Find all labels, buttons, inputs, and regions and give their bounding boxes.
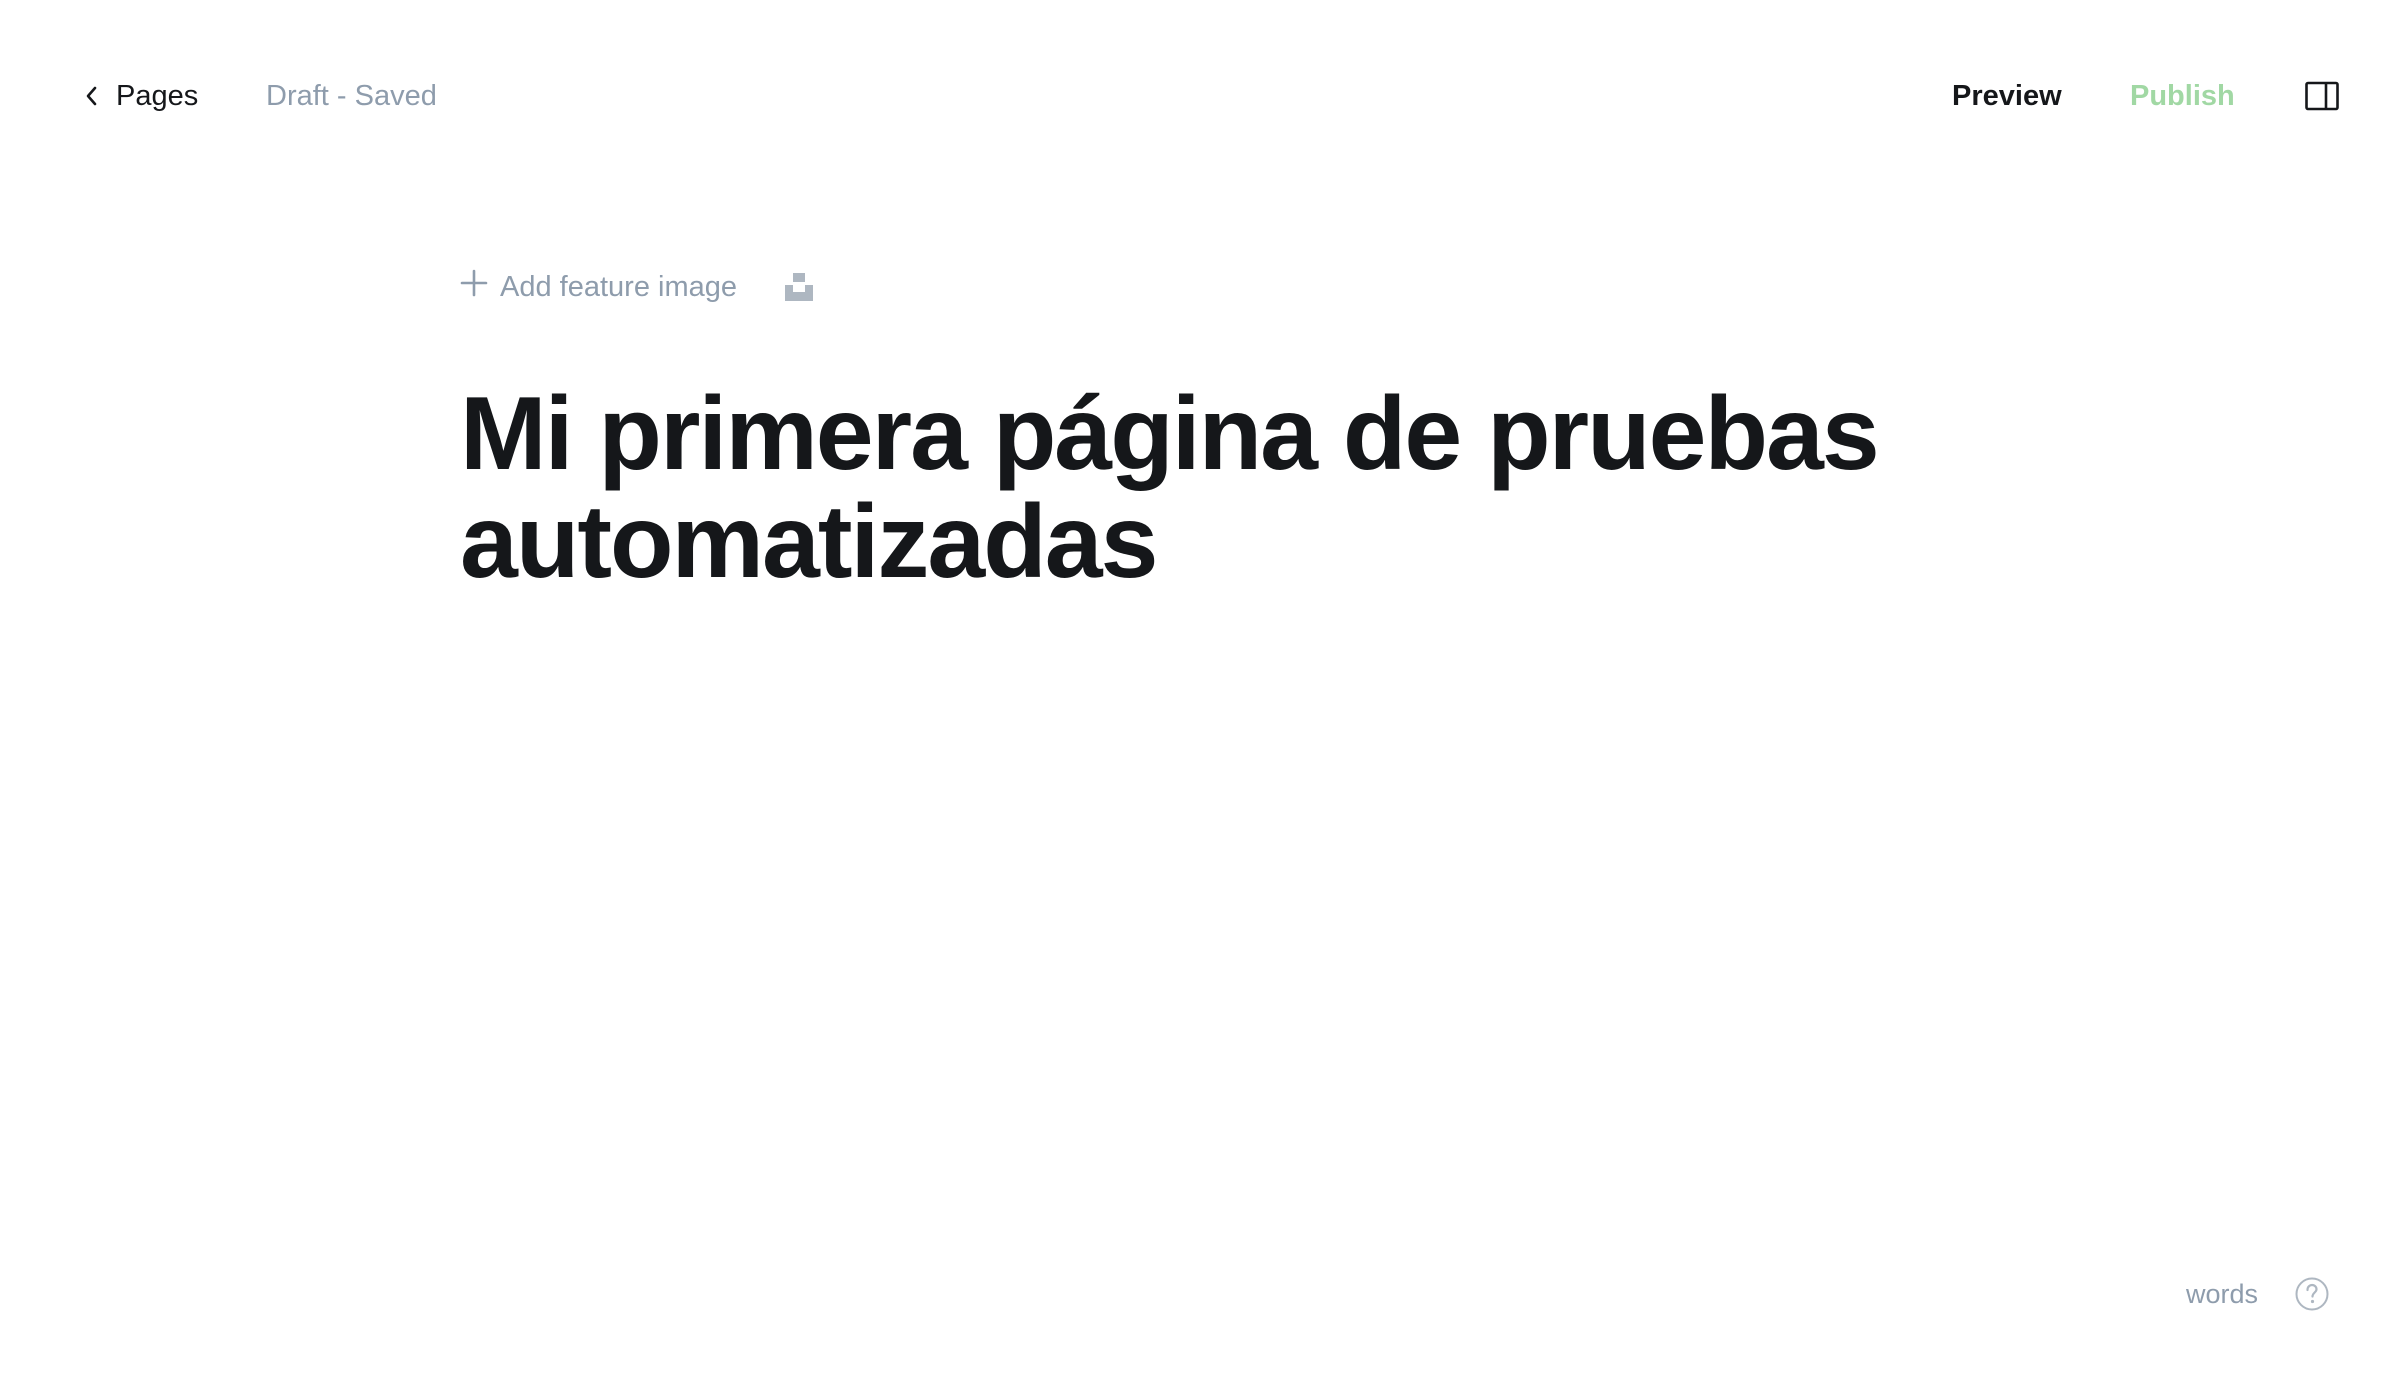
chevron-left-icon <box>84 85 98 107</box>
plus-icon <box>460 269 488 305</box>
post-status: Draft - Saved <box>266 79 437 112</box>
editor-page: Pages Draft - Saved Preview Publish Add … <box>0 0 2400 1380</box>
unsplash-icon[interactable] <box>783 271 815 303</box>
back-link-label: Pages <box>116 79 199 112</box>
preview-button[interactable]: Preview <box>1952 72 2062 120</box>
post-title[interactable]: Mi primera página de pruebas automatizad… <box>460 380 1960 596</box>
sidebar-toggle-button[interactable] <box>2304 78 2340 114</box>
help-icon <box>2294 1277 2330 1316</box>
sidebar-toggle-icon <box>2304 81 2340 118</box>
back-to-pages-link[interactable]: Pages <box>84 72 198 120</box>
help-button[interactable] <box>2294 1276 2330 1312</box>
publish-button[interactable]: Publish <box>2130 72 2235 120</box>
feature-image-row: Add feature image <box>460 262 815 312</box>
add-feature-image-label: Add feature image <box>500 270 737 303</box>
word-count: words <box>2186 1278 2259 1309</box>
editor-header: Pages Draft - Saved Preview Publish <box>0 0 2400 190</box>
add-feature-image-button[interactable]: Add feature image <box>460 269 737 305</box>
